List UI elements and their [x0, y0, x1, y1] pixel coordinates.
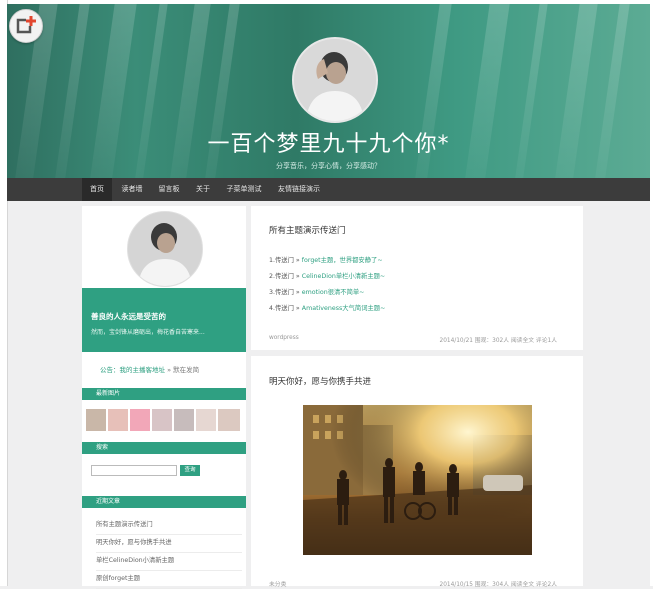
post-meta: 2014/10/21 围观：302人 阅读全文 评论1人: [439, 338, 557, 344]
post-link[interactable]: Amativeness大气简词主题~: [302, 305, 386, 312]
thumbnail-image[interactable]: [196, 409, 216, 431]
search-input[interactable]: [91, 465, 177, 476]
post-meta: 2014/10/15 围观：304人 阅读全文 评论2人: [439, 582, 557, 588]
notice-link[interactable]: 我的主播客地址: [120, 366, 166, 374]
thumbnail-image[interactable]: [152, 409, 172, 431]
widget-head-recent-posts: 近期文章: [82, 496, 246, 508]
site-subtitle: 分享音乐，分享心情，分享感动？: [276, 162, 381, 170]
nav-item-readers-wall[interactable]: 读者墙: [116, 178, 148, 201]
post-link-item: 3.传送门 » emotion很清不简单~: [269, 289, 365, 296]
post-title[interactable]: 明天你好，愿与你携手共进: [269, 375, 371, 387]
site-header-banner: 一百个梦里九十九个你* 分享音乐，分享心情，分享感动？: [7, 4, 650, 178]
recent-post-link[interactable]: 单栏CelineDion小清新主题: [96, 553, 242, 571]
post-link[interactable]: emotion很清不简单~: [302, 289, 365, 296]
thumbnail-image[interactable]: [108, 409, 128, 431]
sidebar: 善良的人永远是受苦的 然而，宝剑锋从磨砺出，梅花香自苦寒来... 公告：我的主播…: [82, 206, 246, 589]
thumbnail-image[interactable]: [218, 409, 240, 431]
post-link[interactable]: forget主题，世界都安静了~: [302, 257, 383, 264]
widget-head-latest-images: 最新图片: [82, 388, 246, 400]
post-title[interactable]: 所有主题演示传送门: [269, 224, 346, 236]
notice-label: 公告：: [100, 366, 120, 374]
post-link-item: 4.传送门 » Amativeness大气简词主题~: [269, 305, 386, 312]
nav-item-home[interactable]: 首页: [82, 178, 112, 201]
profile-quote-box: 善良的人永远是受苦的 然而，宝剑锋从磨砺出，梅花香自苦寒来...: [82, 288, 246, 352]
thumbnail-image[interactable]: [86, 409, 106, 431]
sidebar-avatar[interactable]: [127, 211, 203, 287]
post-link-item: 2.传送门 » CelineDion单栏小清新主题~: [269, 273, 386, 280]
recent-post-link[interactable]: 原创forget主题: [96, 571, 242, 589]
post-card: 所有主题演示传送门 1.传送门 » forget主题，世界都安静了~ 2.传送门…: [251, 206, 583, 350]
main-navigation: 首页 读者墙 留言板 关于 子菜单测试 友情链接演示: [7, 178, 650, 201]
post-category[interactable]: 未分类: [269, 579, 286, 588]
recent-post-link[interactable]: 明天你好，愿与你携手共进: [96, 535, 242, 553]
quote-title: 善良的人永远是受苦的: [91, 312, 166, 321]
notice-line: 公告：我的主播客地址 » 默在发简: [100, 364, 199, 374]
notice-suffix: » 默在发简: [165, 366, 200, 374]
nav-item-submenu-test[interactable]: 子菜单测试: [221, 178, 267, 201]
latest-images-strip: [86, 409, 244, 431]
thumbnail-image[interactable]: [130, 409, 150, 431]
site-title[interactable]: 一百个梦里九十九个你*: [7, 126, 650, 158]
search-button[interactable]: 查询: [180, 465, 200, 476]
post-featured-image[interactable]: [303, 405, 532, 555]
post-card: 明天你好，愿与你携手共进 未分类 2014/10/15 围观：304人 阅读全文…: [251, 356, 583, 588]
header-avatar[interactable]: [292, 37, 378, 123]
nav-item-about[interactable]: 关于: [191, 178, 215, 201]
nav-item-friend-links[interactable]: 友情链接演示: [273, 178, 325, 201]
add-bookmark-icon[interactable]: [9, 9, 43, 43]
recent-post-link[interactable]: 所有主题演示传送门: [96, 517, 242, 535]
nav-item-guestbook[interactable]: 留言板: [153, 178, 185, 201]
post-link[interactable]: CelineDion单栏小清新主题~: [302, 273, 385, 280]
post-link-item: 1.传送门 » forget主题，世界都安静了~: [269, 257, 383, 264]
thumbnail-image[interactable]: [174, 409, 194, 431]
quote-subtitle: 然而，宝剑锋从磨砺出，梅花香自苦寒来...: [91, 329, 205, 336]
post-category[interactable]: wordpress: [269, 335, 299, 341]
widget-head-search: 搜索: [82, 442, 246, 454]
